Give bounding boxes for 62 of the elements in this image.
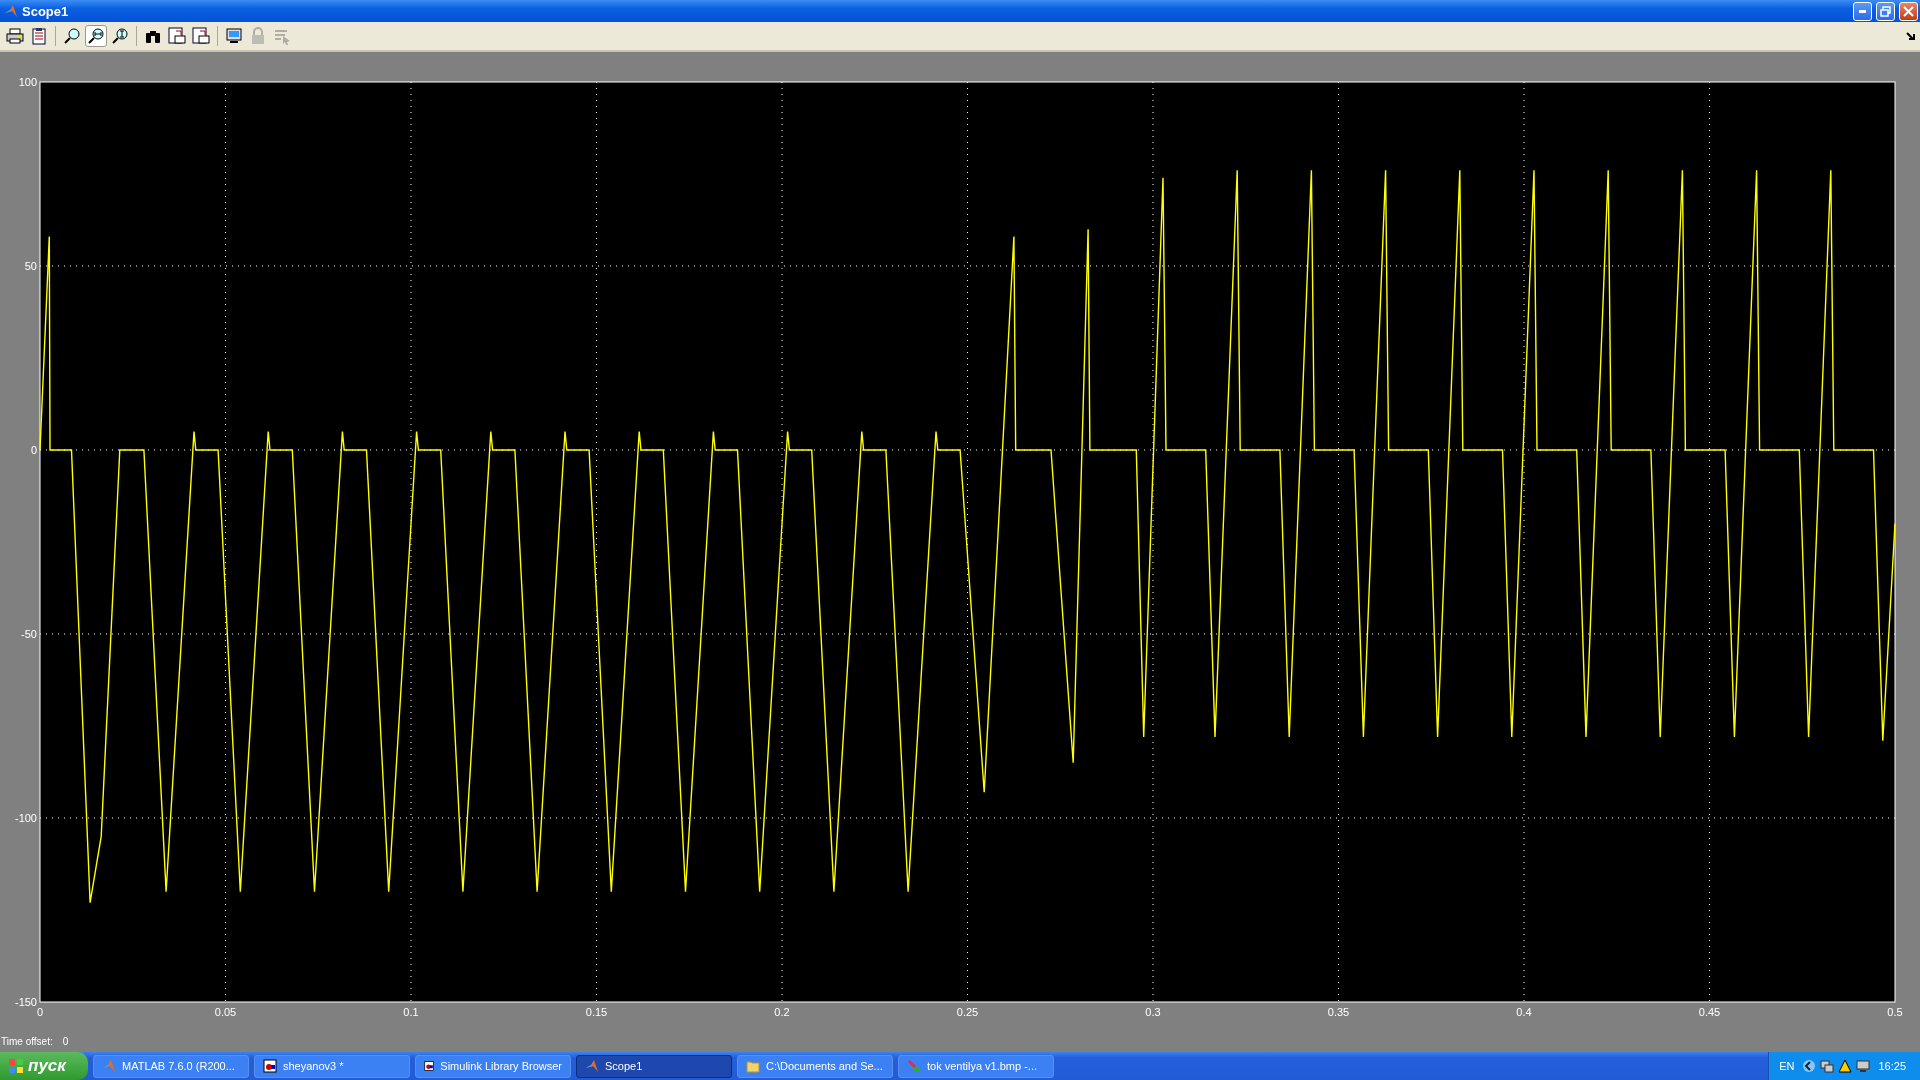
paint-icon — [907, 1059, 921, 1073]
x-tick-label: 0.05 — [214, 1006, 237, 1018]
lock-icon — [249, 27, 267, 45]
folder-icon — [746, 1059, 760, 1073]
zoom-y-icon — [111, 27, 129, 45]
minimize-icon — [1859, 9, 1866, 13]
zoom-x-icon — [87, 27, 105, 45]
computer-icon[interactable] — [1856, 1059, 1871, 1073]
taskbar-button[interactable]: tok ventilya v1.bmp -... — [898, 1054, 1054, 1078]
start-button[interactable]: пуск — [0, 1052, 88, 1080]
save-axes-icon — [168, 27, 186, 45]
model-window-icon — [424, 1059, 435, 1073]
toolbar-button[interactable] — [85, 25, 107, 47]
x-tick-label: 0.15 — [585, 1006, 608, 1018]
close-button[interactable] — [1899, 1, 1918, 21]
warning-icon[interactable] — [1838, 1059, 1853, 1073]
model-window-icon — [263, 1059, 277, 1073]
taskbar-button[interactable]: sheyanov3 * — [254, 1054, 410, 1078]
printer-icon — [6, 27, 24, 45]
taskbar-button[interactable]: C:\Documents and Se... — [737, 1054, 893, 1078]
x-tick-label: 0 — [36, 1006, 44, 1018]
restore-icon — [1880, 5, 1891, 17]
monitor-icon — [225, 27, 243, 45]
language-indicator[interactable]: EN — [1779, 1060, 1795, 1072]
x-tick-label: 0.4 — [1516, 1006, 1532, 1018]
y-tick-label: -150 — [14, 996, 37, 1008]
magnifier-icon — [63, 27, 81, 45]
chevron-icon[interactable] — [1802, 1059, 1817, 1073]
x-tick-label: 0.25 — [956, 1006, 979, 1018]
time-offset-label: Time offset: — [1, 1035, 53, 1047]
matlab-logo-icon — [102, 1059, 116, 1073]
toolbar-button[interactable] — [4, 25, 26, 47]
x-tick-label: 0.45 — [1698, 1006, 1721, 1018]
window-title: Scope1 — [22, 3, 70, 19]
y-tick-label: 50 — [24, 260, 37, 272]
x-tick-label: 0.1 — [403, 1006, 419, 1018]
corner-arrow-icon[interactable] — [1906, 31, 1916, 41]
close-icon — [1903, 5, 1914, 17]
y-tick-label: 0 — [30, 444, 37, 456]
restore-axes-icon — [192, 27, 210, 45]
network-icon[interactable] — [1820, 1059, 1835, 1073]
restore-button[interactable] — [1876, 1, 1895, 21]
matlab-logo-icon — [4, 4, 18, 18]
toolbar-button[interactable] — [190, 25, 212, 47]
toolbar-button[interactable] — [166, 25, 188, 47]
windows-logo-icon — [8, 1058, 24, 1074]
taskbar-button[interactable]: MATLAB 7.6.0 (R200... — [93, 1054, 249, 1078]
taskbar-button[interactable]: Scope1 — [576, 1054, 732, 1078]
time-offset-value: 0 — [62, 1035, 69, 1047]
signal-selection-icon — [273, 27, 291, 45]
y-tick-label: -50 — [21, 628, 37, 640]
y-tick-label: -100 — [14, 812, 37, 824]
x-tick-label: 0.5 — [1887, 1006, 1903, 1018]
clock: 16:25 — [1878, 1060, 1906, 1072]
y-tick-label: 100 — [18, 76, 37, 88]
clipboard-icon — [30, 27, 48, 45]
minimize-button[interactable] — [1853, 1, 1872, 21]
taskbar-button[interactable]: Simulink Library Browser — [415, 1054, 571, 1078]
x-tick-label: 0.2 — [774, 1006, 790, 1018]
x-tick-label: 0.3 — [1145, 1006, 1161, 1018]
matlab-logo-icon — [585, 1059, 599, 1073]
x-tick-label: 0.35 — [1327, 1006, 1350, 1018]
